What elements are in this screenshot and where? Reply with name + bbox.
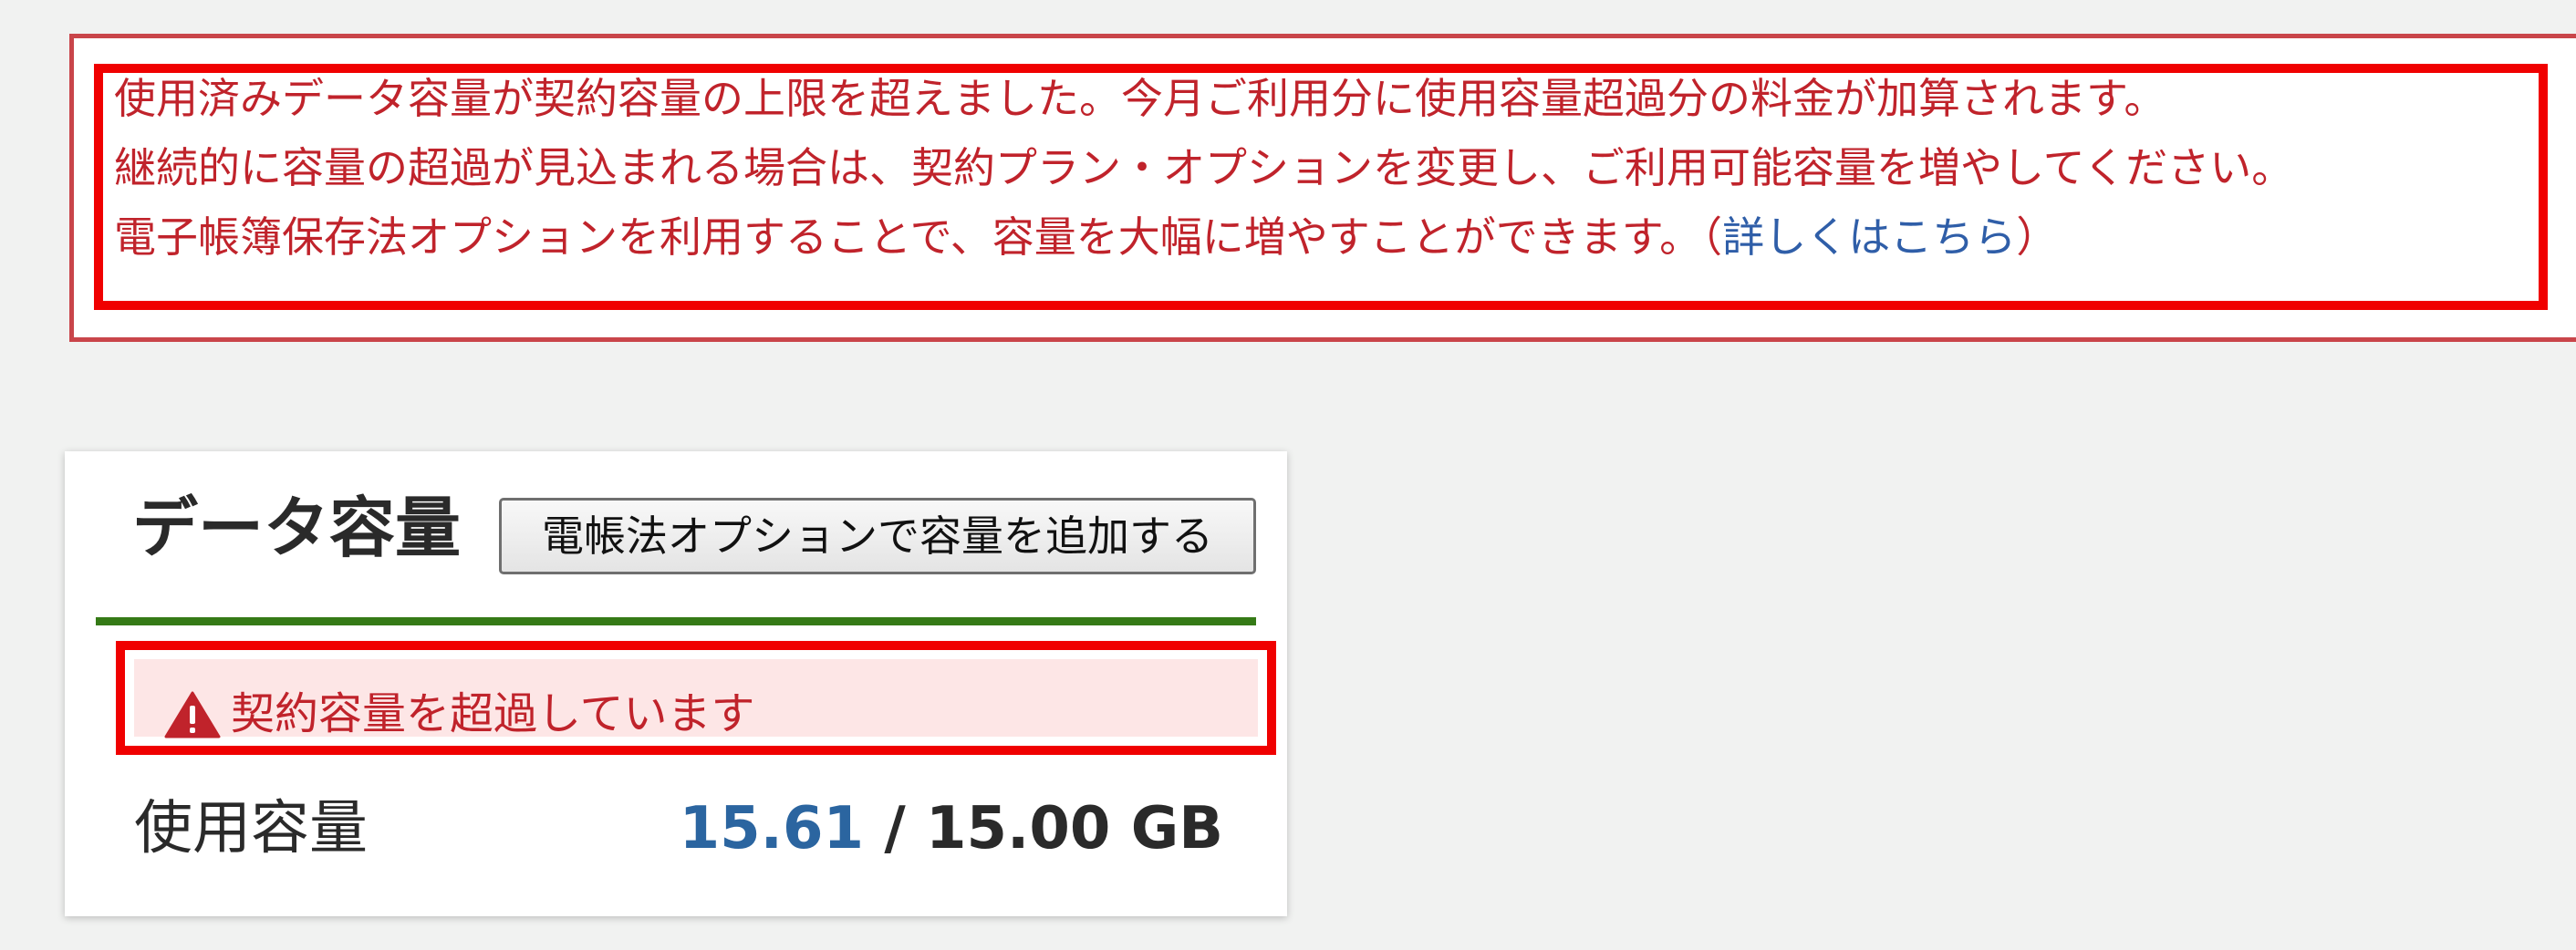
notice-line-2: 継続的に容量の超過が見込まれる場合は、契約プラン・オプションを変更し、ご利用可能…	[114, 143, 2294, 192]
details-link[interactable]: 詳しくはこちら	[1722, 212, 2016, 262]
notice-line-3-text: 電子帳簿保存法オプションを利用することで、容量を大幅に増やすことができます。（	[114, 212, 1723, 262]
used-capacity: 15.61	[679, 795, 865, 862]
contract-capacity: 15.00 GB	[925, 795, 1223, 862]
usage-value: 15.61 / 15.00 GB	[680, 785, 1223, 873]
notice-line-3-suffix: ）	[2016, 212, 2059, 262]
notice-message: 使用済みデータ容量が契約容量の上限を超えました。今月ご利用分に使用容量超過分の料…	[114, 64, 2293, 272]
alert-highlight-frame: 契約容量を超過しています	[116, 641, 1276, 755]
add-capacity-button[interactable]: 電帳法オプションで容量を追加する	[499, 498, 1256, 574]
title-divider	[96, 617, 1256, 625]
warning-icon	[164, 691, 221, 738]
notice-line-3: 電子帳簿保存法オプションを利用することで、容量を大幅に増やすことができます。（詳…	[114, 202, 2293, 272]
overage-alert: 契約容量を超過しています	[134, 659, 1258, 739]
usage-separator: /	[864, 795, 926, 862]
overage-notice: 使用済みデータ容量が契約容量の上限を超えました。今月ご利用分に使用容量超過分の料…	[69, 34, 2576, 342]
usage-label: 使用容量	[134, 795, 368, 862]
card-title: データ容量	[132, 490, 462, 566]
data-capacity-card: データ容量 電帳法オプションで容量を追加する 契約容量を超過しています 使用容量…	[65, 451, 1287, 916]
alert-text: 契約容量を超過しています	[231, 688, 755, 739]
notice-line-1: 使用済みデータ容量が契約容量の上限を超えました。今月ご利用分に使用容量超過分の料…	[114, 74, 2166, 123]
